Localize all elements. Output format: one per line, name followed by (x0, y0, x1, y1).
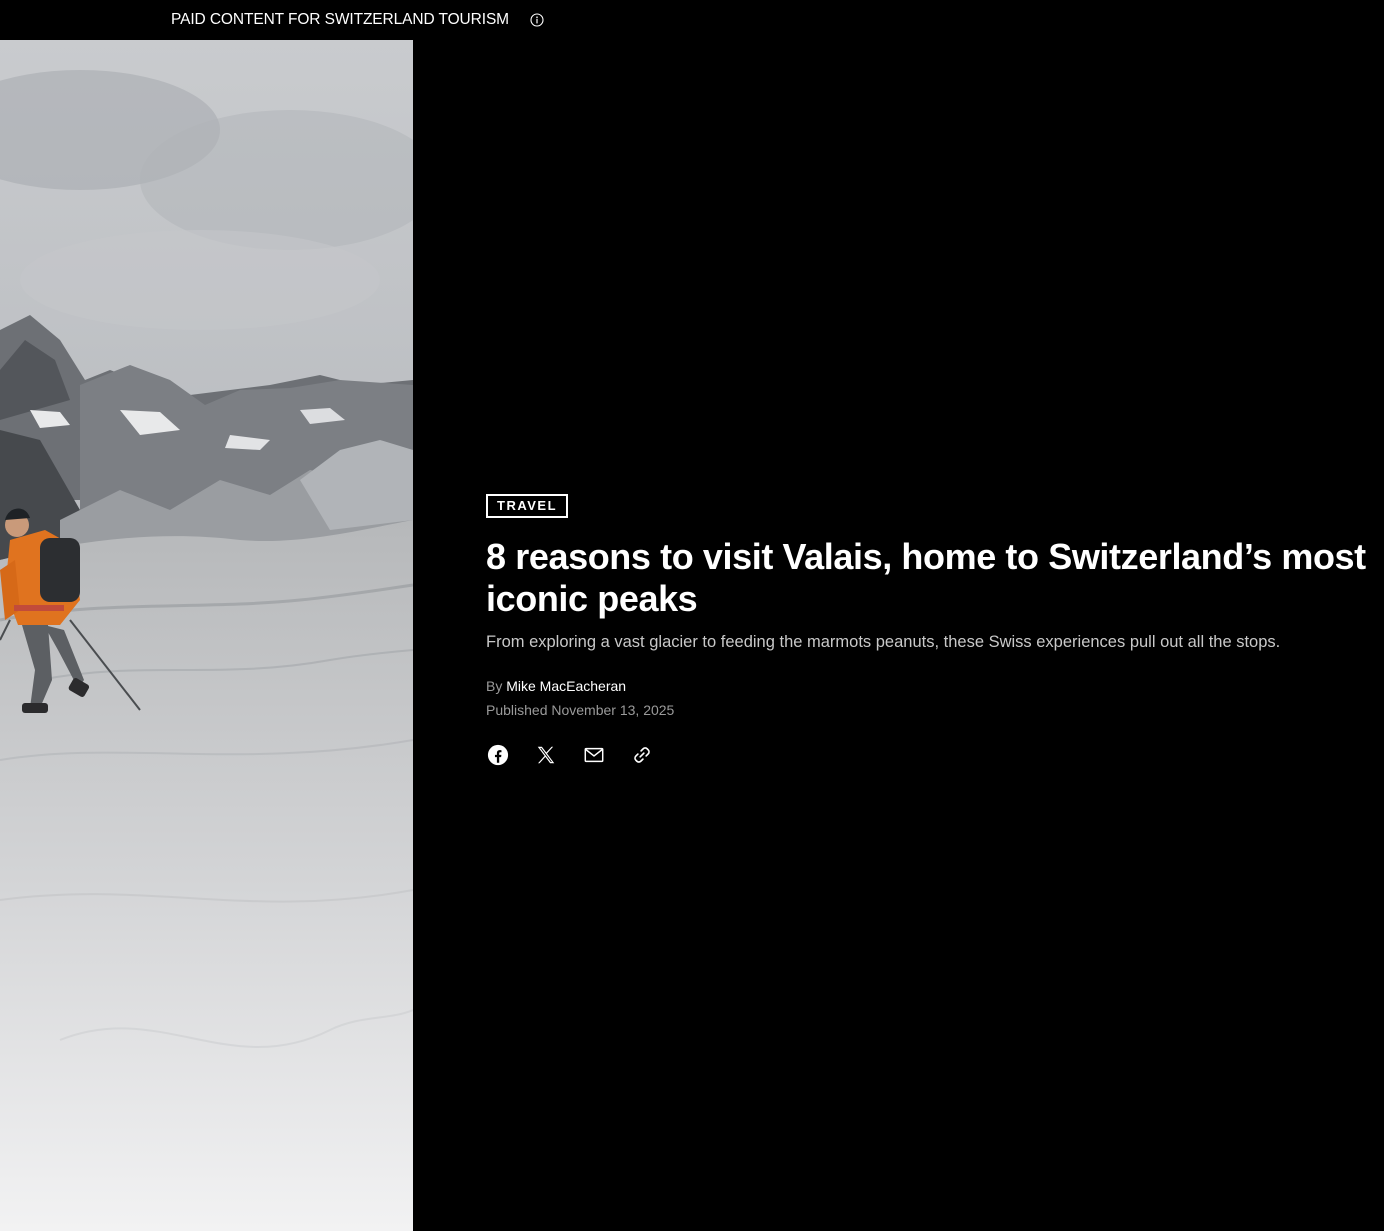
email-icon[interactable] (582, 743, 606, 767)
sponsor-bar: PAID CONTENT FOR SWITZERLAND TOURISM (0, 0, 1384, 40)
article-headline: 8 reasons to visit Valais, home to Switz… (486, 536, 1366, 619)
link-icon[interactable] (630, 743, 654, 767)
info-icon[interactable] (530, 13, 544, 27)
x-icon[interactable] (534, 743, 558, 767)
article-header: TRAVEL 8 reasons to visit Valais, home t… (486, 494, 1376, 767)
byline: By Mike MacEacheran (486, 675, 1376, 697)
byline-prefix: By (486, 678, 503, 694)
category-badge[interactable]: TRAVEL (486, 494, 569, 518)
hero-image (0, 40, 413, 1231)
paid-content-label: PAID CONTENT FOR SWITZERLAND TOURISM (171, 11, 509, 28)
facebook-icon[interactable] (486, 743, 510, 767)
publish-date: Published November 13, 2025 (486, 702, 675, 718)
glacier-hiker-photo (0, 40, 413, 1231)
article-dek: From exploring a vast glacier to feeding… (486, 633, 1281, 651)
share-bar (486, 743, 1376, 767)
author-link[interactable]: Mike MacEacheran (506, 678, 626, 694)
